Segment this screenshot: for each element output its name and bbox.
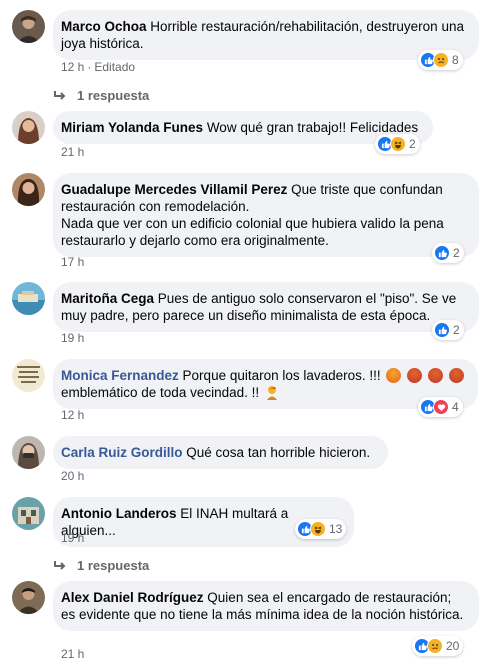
reaction-count: 2 bbox=[453, 323, 460, 337]
comment-meta: 20 h bbox=[61, 469, 84, 483]
comment-time[interactable]: 19 h bbox=[61, 531, 84, 545]
comment-author[interactable]: Alex Daniel Rodríguez bbox=[61, 590, 204, 605]
replies-label[interactable]: 1 respuesta bbox=[77, 558, 149, 573]
avatar[interactable] bbox=[12, 111, 45, 144]
view-replies-link[interactable]: 1 respuesta bbox=[53, 558, 149, 573]
comment-author[interactable]: Maritoña Cega bbox=[61, 291, 154, 306]
avatar[interactable] bbox=[12, 282, 45, 315]
comment-time[interactable]: 21 h bbox=[61, 647, 84, 661]
comment-bubble: Carla Ruiz Gordillo Qué cosa tan horribl… bbox=[53, 436, 388, 469]
reply-arrow-icon bbox=[54, 560, 66, 570]
comment-meta: 21 h bbox=[61, 145, 84, 159]
comment-time[interactable]: 12 h bbox=[61, 408, 84, 422]
comment-text-line-2: Nada que ver con un edificio colonial qu… bbox=[61, 216, 444, 248]
comment-text: Wow qué gran trabajo!! Felicidades bbox=[206, 120, 419, 135]
cursing-face-emoji bbox=[407, 368, 423, 383]
view-replies-link[interactable]: 1 respuesta bbox=[53, 88, 149, 103]
reactions-summary[interactable]: 20 bbox=[412, 636, 464, 656]
comment-meta: 12 h bbox=[61, 408, 84, 422]
sad-icon bbox=[427, 638, 443, 654]
comment-time[interactable]: 21 h bbox=[61, 145, 84, 159]
comment-author[interactable]: Miriam Yolanda Funes bbox=[61, 120, 203, 135]
cursing-face-emoji bbox=[427, 368, 443, 383]
comment-meta: 19 h bbox=[61, 331, 84, 345]
comment-author[interactable]: Monica Fernandez bbox=[61, 368, 179, 383]
facepalm-person-emoji bbox=[266, 386, 277, 400]
reactions-summary[interactable]: 8 bbox=[418, 50, 463, 70]
comment-meta: 12 h · Editado bbox=[61, 60, 136, 74]
comment-time[interactable]: 19 h bbox=[61, 331, 84, 345]
avatar[interactable] bbox=[12, 581, 45, 614]
reaction-count: 2 bbox=[409, 137, 416, 151]
comment-text: Qué cosa tan horrible hicieron. bbox=[186, 445, 371, 460]
avatar[interactable] bbox=[12, 497, 45, 530]
comment-text: Porque quitaron los lavaderos. !!! bbox=[182, 368, 381, 383]
reactions-summary[interactable]: 2 bbox=[432, 243, 464, 263]
avatar[interactable] bbox=[12, 173, 45, 206]
reply-arrow-icon bbox=[54, 90, 66, 100]
sad-icon bbox=[433, 52, 449, 68]
reaction-count: 20 bbox=[446, 639, 460, 653]
reaction-count: 13 bbox=[329, 522, 343, 536]
avatar[interactable] bbox=[12, 359, 45, 392]
comment-author[interactable]: Marco Ochoa bbox=[61, 19, 147, 34]
reaction-count: 2 bbox=[453, 246, 460, 260]
cursing-face-emoji bbox=[448, 368, 464, 383]
reactions-summary[interactable]: 2 bbox=[375, 134, 420, 154]
haha-icon bbox=[310, 521, 326, 537]
comment-time[interactable]: 17 h bbox=[61, 255, 84, 269]
reaction-count: 8 bbox=[452, 53, 459, 67]
comment-bubble: Guadalupe Mercedes Villamil Perez Que tr… bbox=[53, 173, 479, 257]
love-icon bbox=[433, 399, 449, 415]
comment-time[interactable]: 20 h bbox=[61, 469, 84, 483]
comment-author[interactable]: Antonio Landeros bbox=[61, 506, 177, 521]
angry-face-emoji bbox=[386, 368, 402, 383]
comment-meta: 19 h bbox=[61, 531, 84, 545]
haha-icon bbox=[390, 136, 406, 152]
comment-author[interactable]: Guadalupe Mercedes Villamil Perez bbox=[61, 182, 287, 197]
reactions-summary[interactable]: 2 bbox=[432, 320, 464, 340]
reactions-summary[interactable]: 4 bbox=[418, 397, 463, 417]
comment-meta: 21 h bbox=[61, 647, 84, 661]
comment-time[interactable]: 12 h bbox=[61, 60, 84, 74]
like-icon bbox=[434, 245, 450, 261]
reactions-summary[interactable]: 13 bbox=[295, 519, 347, 539]
comment-bubble: Alex Daniel Rodríguez Quien sea el encar… bbox=[53, 581, 479, 631]
replies-label[interactable]: 1 respuesta bbox=[77, 88, 149, 103]
comment-author[interactable]: Carla Ruiz Gordillo bbox=[61, 445, 183, 460]
comment-meta: 17 h bbox=[61, 255, 84, 269]
like-icon bbox=[434, 322, 450, 338]
comment-bubble: Monica Fernandez Porque quitaron los lav… bbox=[53, 359, 478, 409]
edited-label[interactable]: Editado bbox=[94, 60, 135, 74]
avatar[interactable] bbox=[12, 10, 45, 43]
comment-text-line-2: emblemático de toda vecindad. !! bbox=[61, 385, 260, 400]
reaction-count: 4 bbox=[452, 400, 459, 414]
comment-bubble: Maritoña Cega Pues de antiguo solo conse… bbox=[53, 282, 479, 332]
comment-bubble: Marco Ochoa Horrible restauración/rehabi… bbox=[53, 10, 479, 60]
avatar[interactable] bbox=[12, 436, 45, 469]
